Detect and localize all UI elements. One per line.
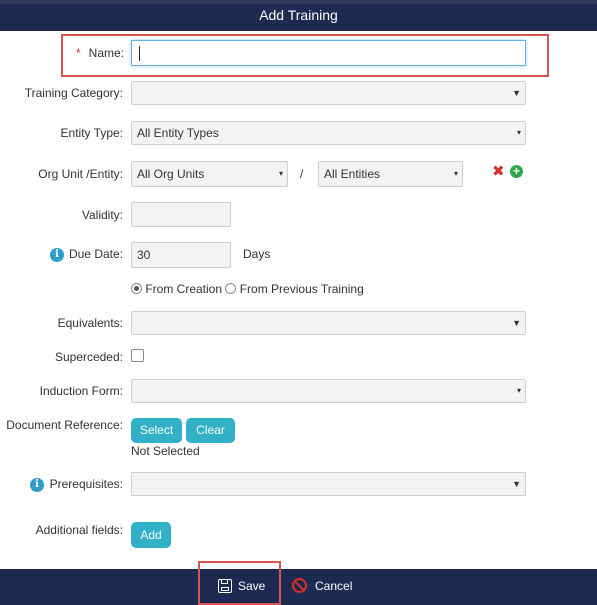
due-date-input[interactable]: 30: [131, 242, 231, 268]
prerequisites-select[interactable]: ▼: [131, 472, 526, 496]
chevron-down-icon: ▾: [278, 169, 283, 178]
clear-document-button[interactable]: Clear: [186, 418, 235, 443]
select-document-button[interactable]: Select: [131, 418, 182, 443]
equivalents-label: Equivalents:: [57, 316, 123, 330]
entity-type-select[interactable]: All Entity Types ▾: [131, 121, 526, 145]
dropdown-arrow-icon: ▼: [512, 479, 521, 489]
save-button[interactable]: Save: [218, 576, 265, 596]
chevron-down-icon: ▾: [516, 128, 521, 137]
radio-button-selected-icon: [131, 283, 142, 294]
induction-form-select[interactable]: ▾: [131, 379, 526, 403]
superceded-checkbox[interactable]: [131, 349, 144, 362]
radio-from-previous-training[interactable]: From Previous Training: [225, 282, 364, 296]
chevron-down-icon: ▾: [453, 169, 458, 178]
cancel-icon: [292, 578, 307, 593]
text-cursor: [139, 46, 140, 61]
training-category-select[interactable]: ▼: [131, 81, 526, 105]
dropdown-arrow-icon: ▼: [512, 318, 521, 328]
name-label-wrap: * Name:: [60, 46, 124, 60]
entity-select[interactable]: All Entities ▾: [318, 161, 463, 187]
radio-button-icon: [225, 283, 237, 294]
dialog-header: Add Training: [0, 0, 597, 31]
chevron-down-icon: ▾: [516, 386, 521, 395]
save-icon: [218, 579, 232, 593]
required-marker: *: [75, 46, 81, 60]
validity-input[interactable]: [131, 202, 231, 227]
info-icon[interactable]: i: [30, 478, 44, 492]
cancel-button[interactable]: Cancel: [292, 576, 352, 596]
add-field-button[interactable]: Add: [131, 522, 171, 548]
org-unit-entity-label: Org Unit /Entity:: [38, 167, 123, 181]
add-icon[interactable]: +: [510, 165, 523, 178]
name-input[interactable]: [131, 40, 526, 66]
dialog-title: Add Training: [259, 7, 338, 23]
radio-from-previous-training-label: From Previous Training: [239, 282, 364, 296]
document-status: Not Selected: [131, 444, 200, 458]
validity-label: Validity:: [81, 208, 123, 222]
radio-from-creation-label: From Creation: [145, 282, 223, 296]
org-unit-select[interactable]: All Org Units ▾: [131, 161, 288, 187]
due-date-value: 30: [137, 248, 151, 262]
remove-icon[interactable]: ✖: [492, 164, 505, 179]
org-unit-value: All Org Units: [137, 167, 205, 181]
due-date-label: Due Date:: [68, 247, 123, 261]
entity-value: All Entities: [324, 167, 381, 181]
save-button-label: Save: [238, 579, 266, 593]
prerequisites-label: Prerequisites:: [49, 477, 123, 491]
additional-fields-label: Additional fields:: [35, 523, 123, 537]
superceded-label: Superceded:: [54, 350, 123, 364]
document-reference-label: Document Reference:: [6, 418, 123, 432]
entity-type-value: All Entity Types: [137, 126, 219, 140]
org-entity-separator: /: [300, 167, 304, 181]
due-date-unit: Days: [243, 247, 271, 261]
training-category-label: Training Category:: [24, 86, 123, 100]
cancel-button-label: Cancel: [315, 579, 353, 593]
dropdown-arrow-icon: ▼: [512, 88, 521, 98]
induction-form-label: Induction Form:: [39, 384, 123, 398]
due-date-basis-group: From Creation From Previous Training: [131, 282, 364, 296]
equivalents-select[interactable]: ▼: [131, 311, 526, 335]
radio-from-creation[interactable]: From Creation: [131, 282, 222, 296]
entity-type-label: Entity Type:: [60, 126, 123, 140]
name-label: Name:: [88, 46, 124, 60]
info-icon[interactable]: i: [50, 248, 64, 262]
